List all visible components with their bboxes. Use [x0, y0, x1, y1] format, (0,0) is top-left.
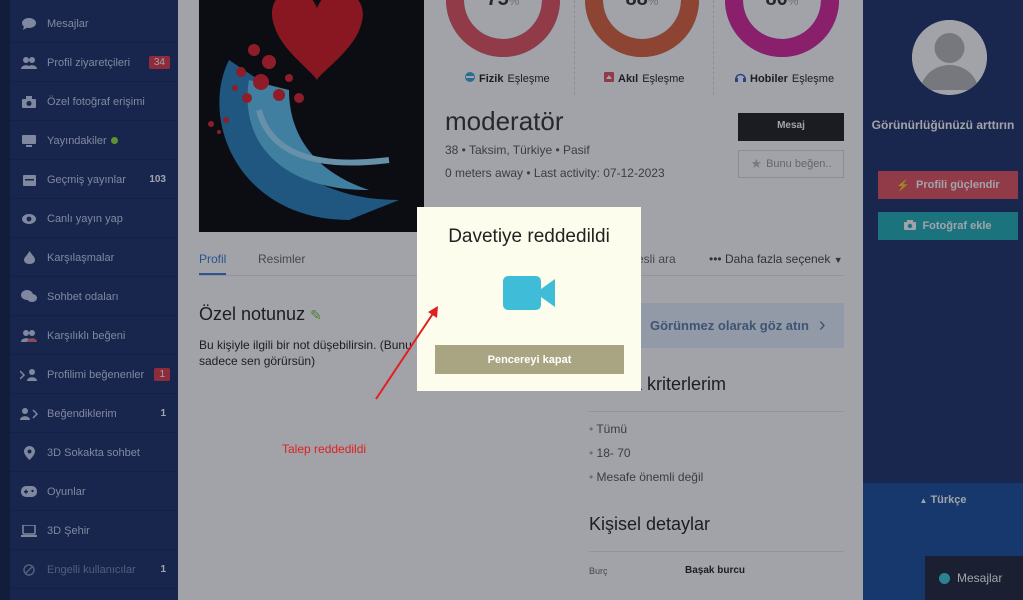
rejected-annotation: Talep reddedildi: [282, 442, 367, 456]
annotation-arrow: [375, 306, 438, 400]
